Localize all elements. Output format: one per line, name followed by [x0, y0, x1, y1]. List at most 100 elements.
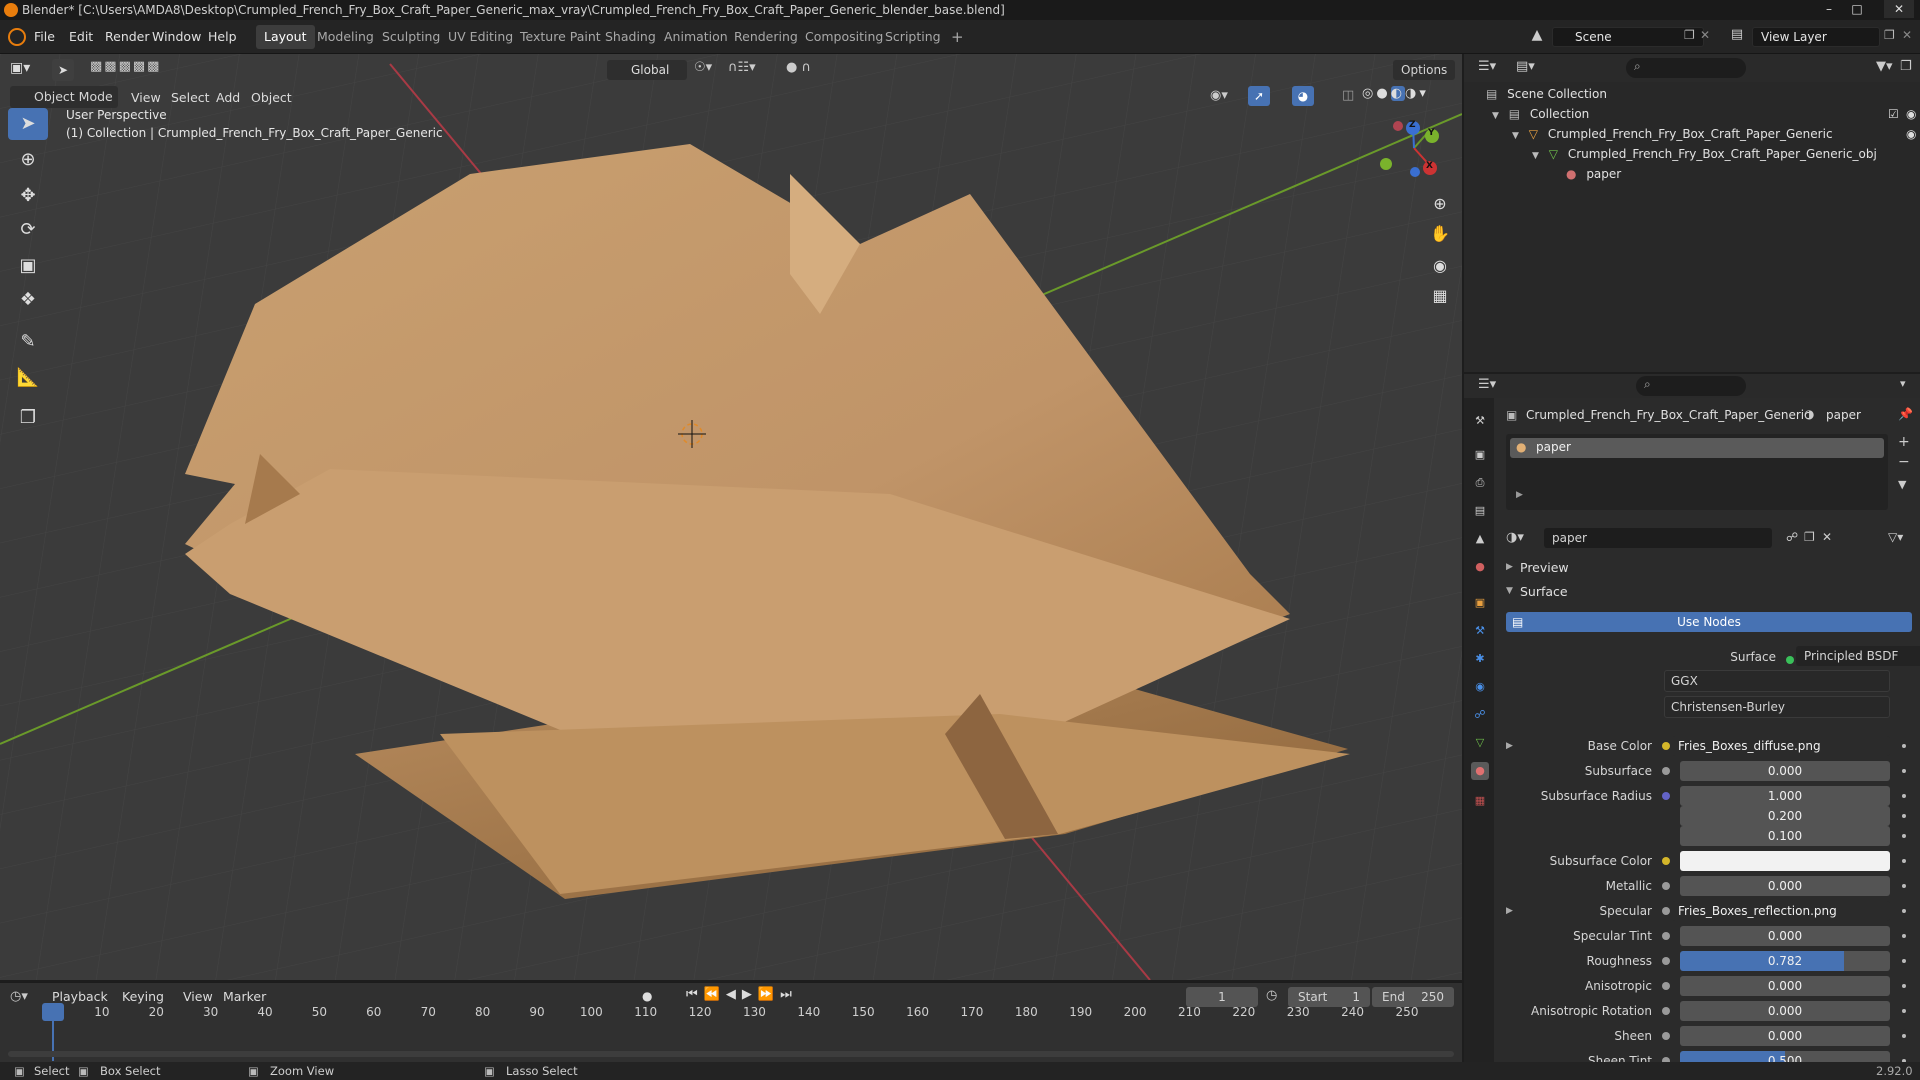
keyframe-dot-icon[interactable] [1902, 984, 1906, 988]
cursor-tool-icon[interactable]: ⊕ [8, 144, 48, 176]
expand-arrow-icon[interactable]: ▶ [1506, 901, 1513, 921]
value-slider-field[interactable]: 0.000 [1680, 761, 1890, 781]
value-slider-field[interactable]: 1.000 [1680, 786, 1890, 806]
gizmo-toggle-icon[interactable]: ➚ [1248, 86, 1270, 106]
view-layer-remove-icon[interactable]: ✕ [1902, 28, 1912, 42]
socket-dot-icon[interactable] [1662, 1057, 1670, 1062]
object-mode-dropdown[interactable]: Object Mode [10, 86, 118, 108]
value-slider-field[interactable]: 0.000 [1680, 1001, 1890, 1021]
socket-dot-icon[interactable] [1662, 907, 1670, 915]
camera-view-icon[interactable]: ◉ [1426, 252, 1454, 280]
keyframe-dot-icon[interactable] [1902, 1059, 1906, 1062]
options-dropdown[interactable]: Options [1393, 60, 1456, 80]
modifier-tab-icon[interactable]: ⚒ [1471, 622, 1489, 640]
menu-file[interactable]: File [34, 27, 55, 47]
scene-remove-icon[interactable]: ✕ [1700, 28, 1710, 42]
value-slider-field[interactable]: 0.000 [1680, 976, 1890, 996]
keyframe-dot-icon[interactable] [1902, 1009, 1906, 1013]
outliner-editor-icon[interactable]: ☰▾ [1478, 59, 1496, 74]
pivot-icon[interactable]: ☉▾ [694, 60, 712, 75]
viewport-menu-select[interactable]: Select [171, 90, 210, 105]
3d-viewport[interactable] [0, 54, 1462, 980]
blender-menu-icon[interactable] [8, 28, 26, 46]
keyframe-dot-icon[interactable] [1902, 834, 1906, 838]
value-slider-field[interactable]: 0.782 [1680, 951, 1890, 971]
scale-tool-icon[interactable]: ▣ [8, 250, 48, 282]
object-tab-icon[interactable]: ▣ [1471, 594, 1489, 612]
zoom-icon[interactable]: ⊕ [1426, 190, 1454, 218]
scene-field[interactable]: Scene [1552, 27, 1704, 47]
keyframe-dot-icon[interactable] [1902, 814, 1906, 818]
xray-icon[interactable]: ◫ [1342, 88, 1354, 103]
ortho-toggle-icon[interactable]: ▦ [1426, 282, 1454, 310]
viewport-menu-view[interactable]: View [131, 90, 161, 105]
viewport-menu-add[interactable]: Add [216, 90, 240, 105]
particles-tab-icon[interactable]: ✱ [1471, 650, 1489, 668]
keyframe-dot-icon[interactable] [1902, 934, 1906, 938]
physics-tab-icon[interactable]: ◉ [1471, 678, 1489, 696]
annotate-tool-icon[interactable]: ✎ [8, 326, 48, 358]
keyframe-dot-icon[interactable] [1902, 794, 1906, 798]
value-slider-field[interactable]: 0.000 [1680, 926, 1890, 946]
playhead-marker[interactable] [42, 1003, 64, 1021]
view-layer-field[interactable]: View Layer [1752, 27, 1880, 47]
viewport-scene[interactable] [0, 54, 1462, 980]
socket-dot-icon[interactable] [1662, 882, 1670, 890]
keyframe-dot-icon[interactable] [1902, 1034, 1906, 1038]
maximize-icon[interactable]: □ [1846, 0, 1868, 18]
socket-dot-icon[interactable] [1662, 1007, 1670, 1015]
keyframe-dot-icon[interactable] [1902, 959, 1906, 963]
mesh-data-tab-icon[interactable]: ▽ [1471, 734, 1489, 752]
tab-sculpting[interactable]: Sculpting [374, 25, 448, 49]
socket-dot-icon[interactable] [1662, 792, 1670, 800]
menu-window[interactable]: Window [152, 27, 201, 47]
value-slider-field[interactable]: 0.500 [1680, 1051, 1890, 1062]
tab-layout[interactable]: Layout [256, 25, 315, 49]
value-slider-field[interactable]: 0.000 [1680, 1026, 1890, 1046]
outliner-row-object[interactable]: ▼ ▽ Crumpled_French_Fry_Box_Craft_Paper_… [1512, 124, 1916, 144]
close-icon[interactable]: ✕ [1884, 0, 1914, 18]
view-layer-new-icon[interactable]: ❐ [1884, 28, 1895, 42]
filter-icon[interactable]: ▼▾ [1876, 59, 1893, 74]
display-mode-icon[interactable]: ▤▾ [1516, 59, 1535, 74]
keyframe-dot-icon[interactable] [1902, 884, 1906, 888]
color-swatch-field[interactable] [1680, 851, 1890, 871]
object-eye-icon[interactable]: ◉ [1906, 124, 1916, 144]
transform-orientation-dropdown[interactable]: Global [607, 60, 687, 80]
outliner-row-mesh[interactable]: ▼ ▽ Crumpled_French_Fry_Box_Craft_Paper_… [1532, 144, 1912, 164]
output-tab-icon[interactable]: ⎙ [1471, 474, 1489, 492]
keyframe-dot-icon[interactable] [1902, 909, 1906, 913]
expand-arrow-icon[interactable]: ▼ [1532, 151, 1539, 161]
selection-mode-icons[interactable]: ▩▩▩▩▩ [90, 59, 180, 81]
scene-tab-icon[interactable]: ▲ [1471, 530, 1489, 548]
outliner-row-collection[interactable]: ▼ ▤ Collection ☑ ◉ [1492, 104, 1916, 124]
tool-select-icon[interactable]: ➤ [52, 59, 74, 81]
tab-animation[interactable]: Animation [656, 25, 736, 49]
visibility-icon[interactable]: ◉▾ [1210, 88, 1228, 103]
move-tool-icon[interactable]: ✥ [8, 180, 48, 212]
collection-checkbox[interactable]: ☑ [1888, 104, 1899, 124]
texture-link-field[interactable]: Fries_Boxes_reflection.png [1672, 901, 1890, 921]
keyframe-dot-icon[interactable] [1902, 859, 1906, 863]
material-tab-icon[interactable]: ● [1471, 762, 1489, 780]
texture-tab-icon[interactable]: ▦ [1471, 792, 1489, 810]
outliner-row-material[interactable]: ● paper [1566, 164, 1866, 184]
value-slider-field[interactable]: 0.000 [1680, 876, 1890, 896]
socket-dot-icon[interactable] [1662, 742, 1670, 750]
pan-hand-icon[interactable]: ✋ [1426, 220, 1454, 248]
proportional-edit-icon[interactable]: ● ∩ [786, 60, 811, 75]
collection-eye-icon[interactable]: ◉ [1906, 104, 1916, 124]
overlay-toggle-icon[interactable]: ◕ [1292, 86, 1314, 106]
add-cube-tool-icon[interactable]: ❐ [8, 402, 48, 434]
snap-icon[interactable]: ∩☷▾ [728, 60, 756, 75]
view-layer-tab-icon[interactable]: ▤ [1471, 502, 1489, 520]
render-tab-icon[interactable]: ▣ [1471, 446, 1489, 464]
scene-new-icon[interactable]: ❐ [1684, 28, 1695, 42]
outliner-search-input[interactable]: ⌕ [1626, 58, 1746, 78]
world-tab-icon[interactable]: ● [1471, 558, 1489, 576]
outliner-row-scene-collection[interactable]: ▤ Scene Collection [1486, 84, 1906, 104]
socket-dot-icon[interactable] [1662, 982, 1670, 990]
timeline-scrollbar[interactable] [8, 1051, 1454, 1057]
add-workspace-button[interactable]: + [943, 25, 972, 49]
socket-dot-icon[interactable] [1662, 1032, 1670, 1040]
